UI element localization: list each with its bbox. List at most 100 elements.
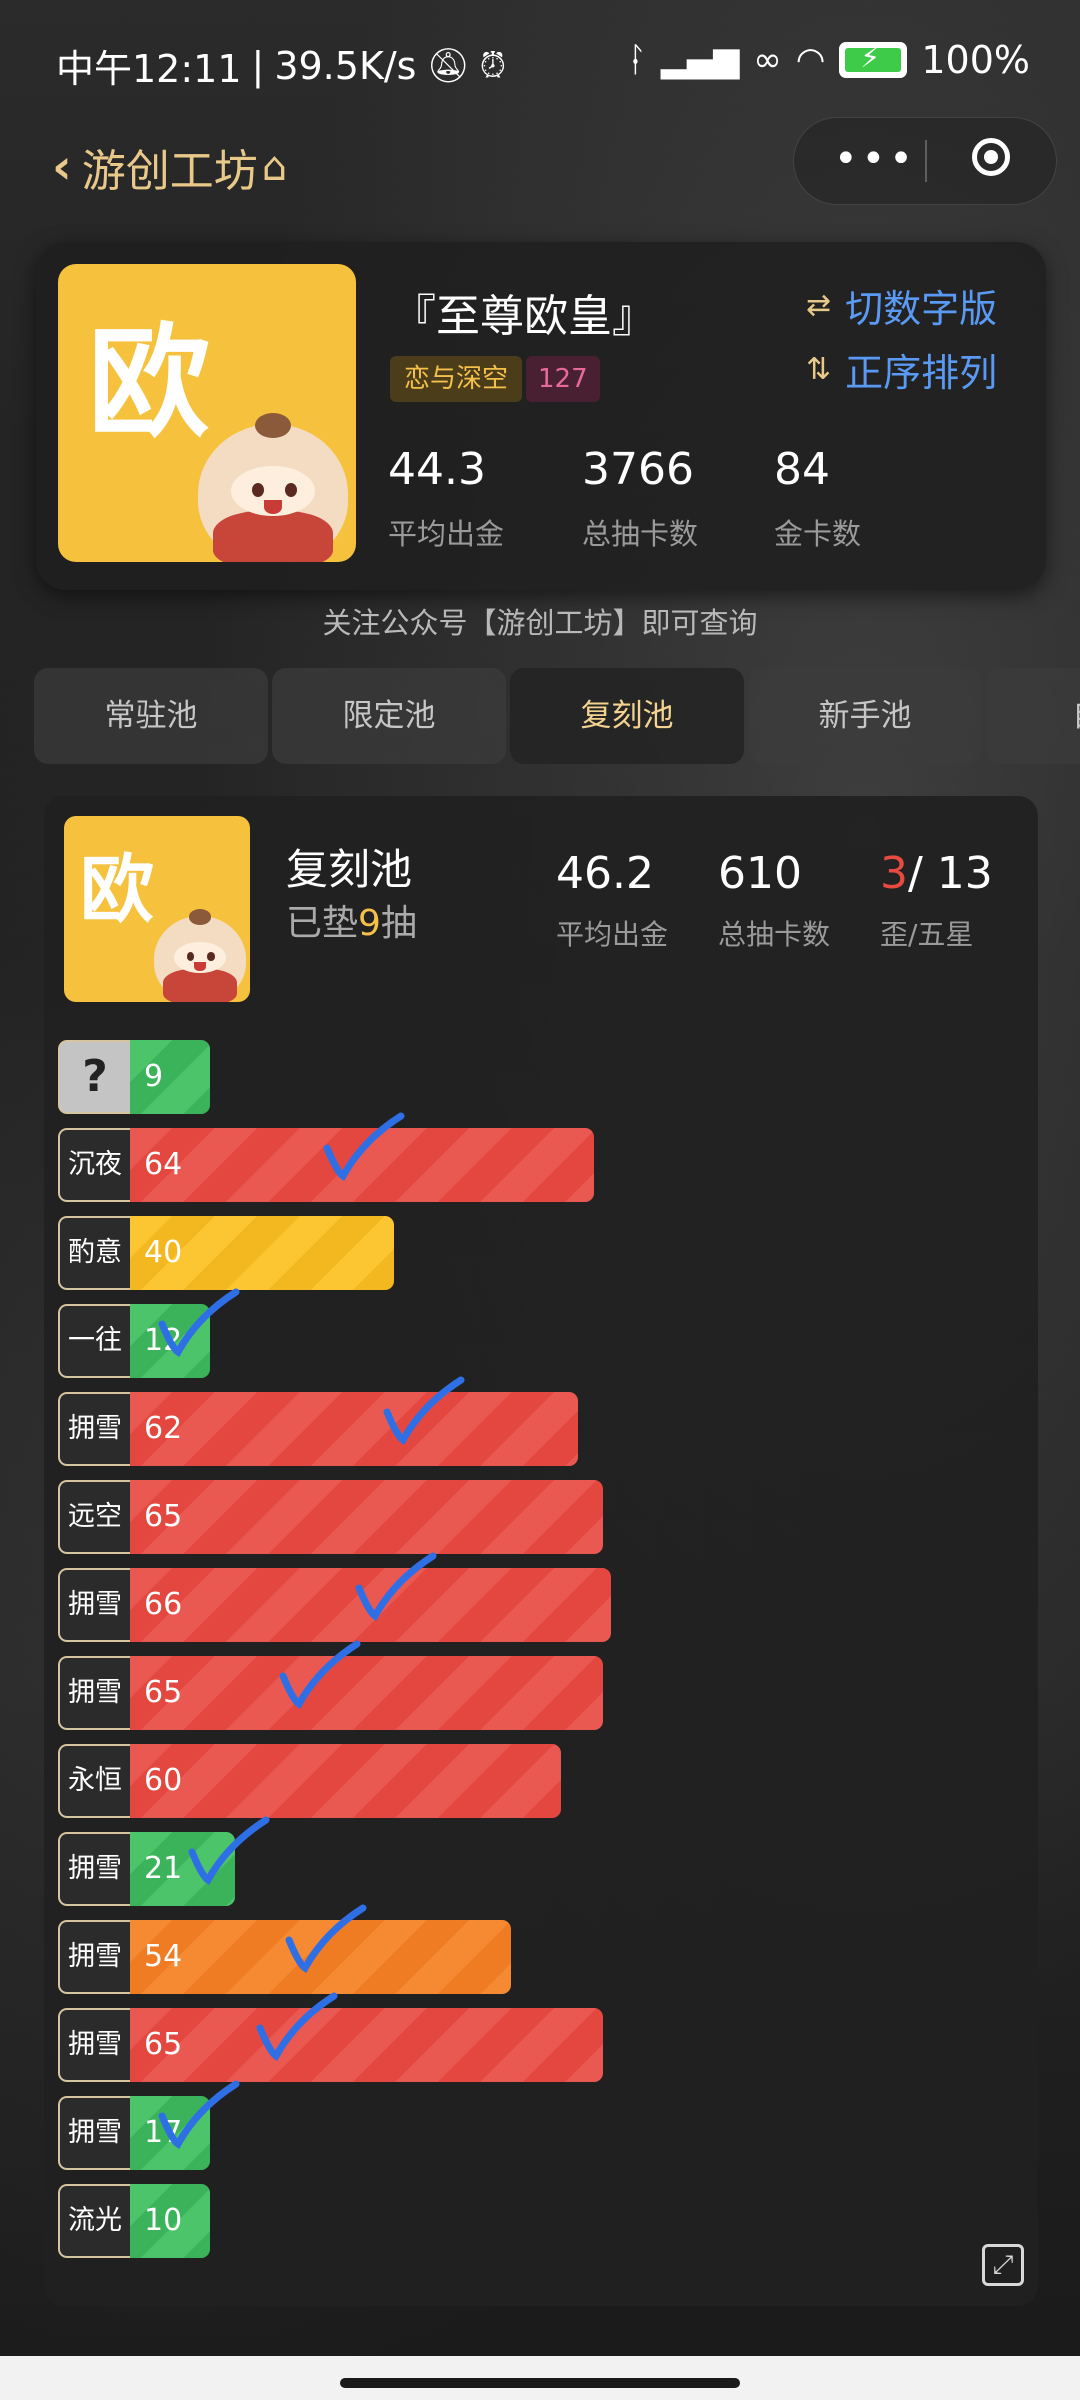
stat-label: 平均出金 bbox=[388, 517, 505, 551]
home-icon: ⌂ bbox=[261, 144, 288, 190]
game-tag: 恋与深空 bbox=[390, 356, 523, 402]
stat-label: 总抽卡数 bbox=[718, 918, 831, 951]
character-label: 永恒 bbox=[58, 1744, 130, 1818]
pull-count: 65 bbox=[144, 1675, 183, 1710]
character-label: 远空 bbox=[58, 1480, 130, 1554]
pool-pity: 已垫9抽 bbox=[286, 894, 417, 946]
mascot-icon bbox=[198, 412, 348, 562]
pool-stat-miss: 3/ 13 歪/五星 bbox=[880, 848, 993, 953]
battery-level: 100% bbox=[921, 38, 1030, 82]
pull-bar: 65 bbox=[130, 2008, 603, 2082]
switch-label: 切数字版 bbox=[845, 287, 998, 331]
stat-value: 46.2 bbox=[556, 848, 654, 899]
check-mark-icon bbox=[279, 1640, 361, 1710]
pool-tabs: 常驻池 限定池 复刻池 新手池 自选 bbox=[34, 668, 1080, 764]
pull-count: 62 bbox=[144, 1411, 183, 1446]
status-bar: 中午12:11 | 39.5K/s 🔕︎ ⏰︎ ᛛ ▂▄▆ ∞ ◠ ⚡︎ 100… bbox=[0, 0, 1080, 120]
stat-label: 总抽卡数 bbox=[582, 517, 699, 551]
pull-count: 9 bbox=[144, 1059, 164, 1094]
link-icon: ∞ bbox=[753, 40, 782, 80]
mute-bell-icon: 🔕︎ bbox=[426, 45, 470, 86]
more-dots-icon[interactable]: ••• bbox=[834, 136, 917, 182]
sort-label: 正序排列 bbox=[845, 351, 998, 395]
stat-value: 3766 bbox=[582, 444, 694, 495]
pull-count: 60 bbox=[144, 1763, 183, 1798]
avatar: 欧 bbox=[58, 264, 356, 562]
mini-program-capsule: ••• bbox=[793, 117, 1057, 205]
summary-card: 欧 『至尊欧皇』 恋与深空 127 ⇄ 切数字版 ⇅ 正序排列 44.3 平均出… bbox=[36, 242, 1046, 590]
pity-count: 9 bbox=[358, 903, 381, 944]
character-label: 沉夜 bbox=[58, 1128, 130, 1202]
pool-stat-total: 610 总抽卡数 bbox=[718, 848, 830, 953]
avatar-char: 欧 bbox=[88, 312, 210, 454]
follow-hint: 关注公众号【游创工坊】即可查询 bbox=[322, 606, 758, 640]
character-label: ? bbox=[58, 1040, 130, 1114]
check-mark-icon bbox=[256, 1992, 338, 2062]
pull-bar: 10 bbox=[130, 2184, 210, 2258]
signal-icon: ▂▄▆ bbox=[660, 40, 740, 80]
avatar-char: 欧 bbox=[80, 847, 154, 933]
character-label: 一往 bbox=[58, 1304, 130, 1378]
nav-bar: ‹ 游创工坊 ⌂ ••• bbox=[0, 115, 1080, 215]
pity-prefix: 已垫 bbox=[286, 903, 359, 944]
pity-suffix: 抽 bbox=[380, 903, 417, 944]
pull-bar: 65 bbox=[130, 1656, 603, 1730]
home-indicator bbox=[340, 2378, 740, 2388]
tab-select[interactable]: 自选 bbox=[986, 668, 1080, 764]
back-label: 游创工坊 bbox=[81, 146, 258, 197]
stat-label: 金卡数 bbox=[774, 517, 862, 551]
pool-card: 欧 复刻池 已垫9抽 46.2 平均出金 610 总抽卡数 3/ 13 歪/五星… bbox=[44, 796, 1038, 2306]
chevron-left-icon: ‹ bbox=[52, 139, 72, 195]
pull-count: 21 bbox=[144, 1851, 183, 1886]
stat-label: 歪/五星 bbox=[880, 918, 974, 951]
pull-count: 65 bbox=[144, 1499, 183, 1534]
bluetooth-icon: ᛛ bbox=[626, 40, 647, 80]
character-label: 拥雪 bbox=[58, 1656, 130, 1730]
character-label: 拥雪 bbox=[58, 1832, 130, 1906]
pull-count: 66 bbox=[144, 1587, 183, 1622]
alarm-icon: ⏰︎ bbox=[479, 45, 507, 86]
pull-count: 54 bbox=[144, 1939, 183, 1974]
check-mark-icon bbox=[158, 2080, 240, 2150]
stat-value: 610 bbox=[718, 848, 802, 899]
mascot-icon bbox=[154, 909, 246, 1002]
character-label: 拥雪 bbox=[58, 1568, 130, 1642]
battery-icon: ⚡︎ bbox=[839, 41, 908, 78]
count-tag: 127 bbox=[526, 356, 600, 402]
pool-name: 复刻池 bbox=[286, 845, 413, 894]
rank-title: 『至尊欧皇』 bbox=[392, 291, 656, 342]
stat-gold: 84 金卡数 bbox=[774, 444, 861, 553]
back-button[interactable]: ‹ 游创工坊 ⌂ bbox=[52, 135, 287, 199]
pull-bar: 9 bbox=[130, 1040, 210, 1114]
character-label: 酌意 bbox=[58, 1216, 130, 1290]
pull-bar: 65 bbox=[130, 1480, 603, 1554]
pull-count: 65 bbox=[144, 2027, 183, 2062]
switch-number-button[interactable]: ⇄ 切数字版 bbox=[806, 278, 997, 333]
character-label: 拥雪 bbox=[58, 2096, 130, 2170]
tab-standard[interactable]: 常驻池 bbox=[34, 668, 268, 764]
status-separator: | bbox=[251, 43, 265, 88]
check-mark-icon bbox=[158, 1288, 240, 1358]
expand-icon[interactable]: ⤢ bbox=[982, 2244, 1024, 2286]
stat-avg: 44.3 平均出金 bbox=[388, 444, 504, 553]
miss-count: 3 bbox=[880, 848, 908, 899]
status-net-speed: 39.5K/s bbox=[274, 43, 417, 88]
pull-count: 64 bbox=[144, 1147, 183, 1182]
pull-count: 10 bbox=[144, 2203, 183, 2238]
stat-total: 3766 总抽卡数 bbox=[582, 444, 698, 553]
check-mark-icon bbox=[355, 1552, 437, 1622]
status-time: 中午12:11 bbox=[56, 47, 242, 91]
pull-bar: 40 bbox=[130, 1216, 394, 1290]
sort-button[interactable]: ⇅ 正序排列 bbox=[806, 342, 997, 397]
target-icon[interactable] bbox=[972, 138, 1010, 176]
sort-icon: ⇅ bbox=[806, 352, 832, 387]
tab-limited[interactable]: 限定池 bbox=[272, 668, 506, 764]
character-label: 拥雪 bbox=[58, 1392, 130, 1466]
check-mark-icon bbox=[383, 1376, 465, 1446]
pool-stat-avg: 46.2 平均出金 bbox=[556, 848, 668, 953]
tab-newbie[interactable]: 新手池 bbox=[748, 668, 982, 764]
pull-bar: 60 bbox=[130, 1744, 561, 1818]
tab-rerun[interactable]: 复刻池 bbox=[510, 668, 744, 764]
wifi-icon: ◠ bbox=[795, 40, 826, 80]
character-label: 流光 bbox=[58, 2184, 130, 2258]
